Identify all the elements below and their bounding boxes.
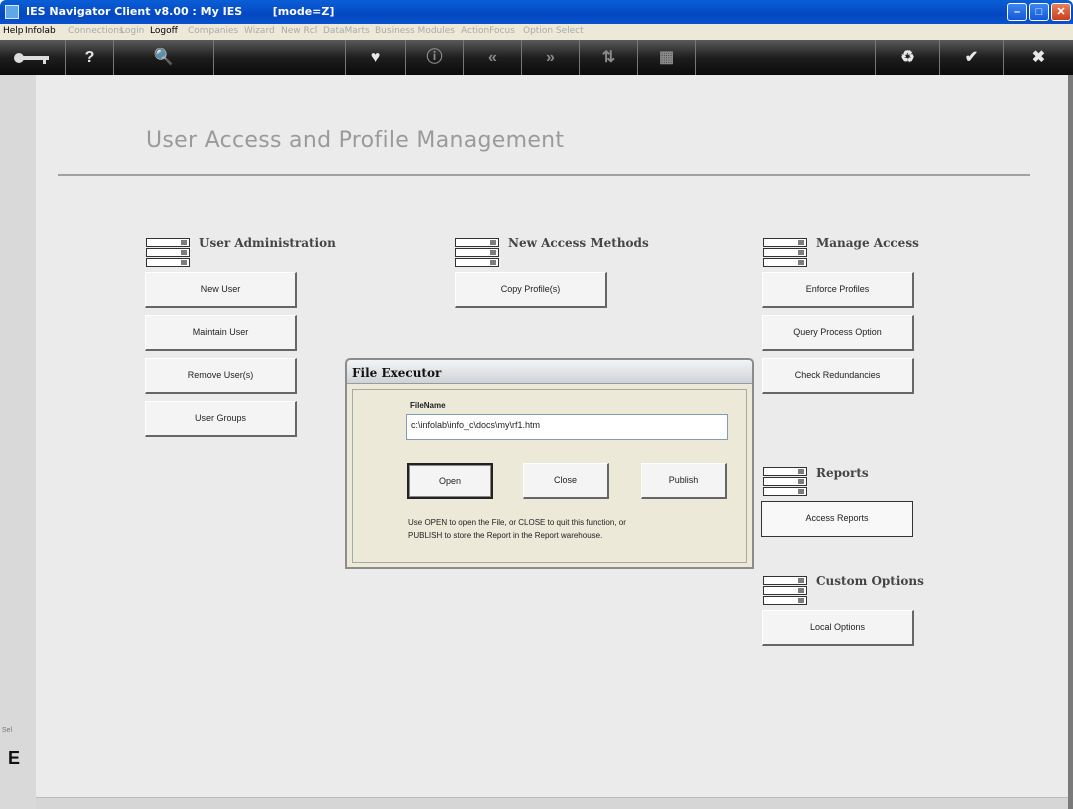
manage-access-section-icon [763, 238, 807, 270]
filename-label: FileName [410, 401, 446, 410]
favorites-heart-icon[interactable]: ♥ [346, 40, 406, 75]
user-admin-heading: User Administration [199, 236, 336, 250]
key-icon[interactable] [0, 40, 66, 75]
app-icon [5, 5, 19, 19]
refresh-icon[interactable]: ♻ [876, 40, 940, 75]
close-button[interactable]: Close [523, 463, 609, 499]
menu-business-modules[interactable]: Business Modules [375, 26, 455, 36]
maximize-button[interactable]: □ [1029, 3, 1049, 21]
menu-option-select[interactable]: Option Select [523, 26, 584, 36]
menu-bar: Help Infolab Connections Login Logoff Co… [0, 24, 1073, 40]
manage-access-heading: Manage Access [816, 236, 919, 250]
copy-profiles-button[interactable]: Copy Profile(s) [455, 272, 607, 308]
side-small-label: Sel [2, 727, 13, 734]
ok-icon[interactable]: ✔ [940, 40, 1004, 75]
menu-connections[interactable]: Connections [68, 26, 124, 36]
menu-wizard[interactable]: Wizard [244, 26, 275, 36]
maintain-user-button[interactable]: Maintain User [145, 315, 297, 351]
help-icon[interactable]: ? [66, 40, 114, 75]
side-big-letter: E [8, 748, 21, 768]
sort-icon[interactable]: ⇅ [580, 40, 638, 75]
menu-login[interactable]: Login [120, 26, 144, 36]
new-user-button[interactable]: New User [145, 272, 297, 308]
dialog-title: File Executor [352, 366, 442, 380]
page-title: User Access and Profile Management [146, 128, 565, 153]
menu-datamarts[interactable]: DataMarts [323, 26, 370, 36]
new-access-section-icon [455, 238, 499, 270]
custom-options-heading: Custom Options [816, 574, 924, 588]
remove-users-button[interactable]: Remove User(s) [145, 358, 297, 394]
local-options-button[interactable]: Local Options [762, 610, 914, 646]
filename-input[interactable]: c:\infolab\info_c\docs\my\rf1.htm [406, 414, 728, 440]
window-title-bar[interactable]: IES Navigator Client v8.00 : My IES [mod… [0, 0, 1073, 24]
menu-logoff[interactable]: Logoff [150, 26, 178, 36]
forward-icon[interactable]: » [522, 40, 580, 75]
reports-section-icon [763, 467, 807, 499]
dialog-title-bar[interactable]: File Executor [347, 360, 752, 384]
hint-line-2: PUBLISH to store the Report in the Repor… [408, 531, 603, 540]
back-icon[interactable]: « [464, 40, 522, 75]
new-access-heading: New Access Methods [508, 236, 649, 250]
toolbar: ? 🔍 ♥ ⓘ « » ⇅ ▦ ♻ ✔ ✖ [0, 40, 1073, 75]
right-border [1068, 75, 1073, 809]
menu-help[interactable]: Help [3, 26, 24, 36]
menu-actionfocus[interactable]: ActionFocus [461, 26, 515, 36]
info-icon[interactable]: ⓘ [406, 40, 464, 75]
title-divider [58, 174, 1030, 176]
menu-new-rcl[interactable]: New Rcl [281, 26, 317, 36]
window-title: IES Navigator Client v8.00 : My IES [mod… [26, 5, 335, 18]
user-groups-button[interactable]: User Groups [145, 401, 297, 437]
exit-icon[interactable]: ✖ [1004, 40, 1073, 75]
close-window-button[interactable]: ✕ [1051, 3, 1071, 21]
access-reports-button[interactable]: Access Reports [761, 501, 913, 537]
minimize-button[interactable]: – [1007, 3, 1027, 21]
custom-options-section-icon [763, 576, 807, 608]
search-icon[interactable]: 🔍 [114, 40, 214, 75]
hint-line-1: Use OPEN to open the File, or CLOSE to q… [408, 518, 626, 527]
grid-icon[interactable]: ▦ [638, 40, 696, 75]
publish-button[interactable]: Publish [641, 463, 727, 499]
menu-infolab[interactable]: Infolab [25, 26, 56, 36]
enforce-profiles-button[interactable]: Enforce Profiles [762, 272, 914, 308]
query-process-option-button[interactable]: Query Process Option [762, 315, 914, 351]
user-admin-section-icon [146, 238, 190, 270]
toolbar-spacer-right [696, 40, 876, 75]
check-redundancies-button[interactable]: Check Redundancies [762, 358, 914, 394]
toolbar-spacer [214, 40, 346, 75]
status-strip [36, 797, 1068, 809]
reports-heading: Reports [816, 466, 869, 480]
dialog-hint: Use OPEN to open the File, or CLOSE to q… [408, 516, 738, 542]
menu-companies[interactable]: Companies [188, 26, 238, 36]
left-side-panel: Sel E [0, 75, 36, 809]
open-button[interactable]: Open [407, 463, 493, 499]
